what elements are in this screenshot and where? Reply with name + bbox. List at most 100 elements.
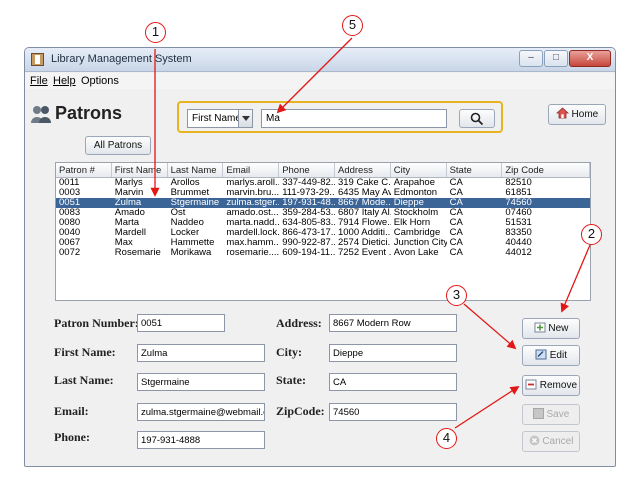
col-patron-number[interactable]: Patron # [56, 163, 112, 177]
table-row[interactable]: 0072 Rosemarie Morikawa rosemarie.... 609-19… [56, 248, 590, 258]
table-cell: 866-473-17... [282, 228, 335, 238]
callout-5: 5 [342, 15, 363, 36]
last-name-label: Last Name: [54, 373, 114, 387]
people-icon [31, 106, 51, 123]
remove-label: Remove [539, 380, 578, 391]
table-cell: 6807 Italy Al... [337, 208, 391, 218]
page-title: Patrons [55, 103, 123, 123]
table-row[interactable]: 0080 Marta Naddeo marta.nadd... 634-805-83..… [56, 218, 590, 228]
table-cell: amado.ost... [226, 208, 279, 218]
add-icon [534, 322, 546, 333]
table-cell: 83350 [505, 228, 532, 238]
first-name-field[interactable]: Zulma [137, 344, 265, 362]
maximize-button[interactable]: □ [544, 50, 568, 67]
remove-button[interactable]: Remove [522, 375, 580, 396]
table-cell: 8667 Mode... [337, 198, 391, 208]
table-row[interactable]: 0083 Amado Ost amado.ost... 359-284-53... 680… [56, 208, 590, 218]
table-header: Patron # First Name Last Name Email Phon… [56, 163, 590, 178]
table-cell: 0003 [59, 188, 81, 198]
table-cell: 990-922-87... [282, 238, 335, 248]
patrons-table[interactable]: Patron # First Name Last Name Email Phon… [55, 162, 591, 301]
phone-field[interactable]: 197-931-4888 [137, 431, 265, 449]
table-cell: 74560 [505, 198, 532, 208]
title-bar[interactable]: Library Management System – □ X [25, 48, 615, 72]
email-field[interactable]: zulma.stgermaine@webmail.com [137, 403, 265, 421]
edit-icon [535, 349, 547, 360]
save-label: Save [546, 409, 570, 420]
table-cell: 82510 [505, 178, 532, 188]
window-controls: – □ X [519, 50, 611, 67]
table-cell: Arapahoe [393, 178, 435, 188]
table-cell: 0051 [59, 198, 81, 208]
address-label: Address: [276, 316, 322, 330]
table-cell: Brummet [170, 188, 210, 198]
callout-3: 3 [446, 285, 467, 306]
chevron-down-icon[interactable] [238, 110, 252, 127]
col-state[interactable]: State [447, 163, 503, 177]
col-phone[interactable]: Phone [279, 163, 335, 177]
table-cell: Ost [170, 208, 186, 218]
table-row[interactable]: 0067 Max Hammette max.hamm... 990-922-87... 2… [56, 238, 590, 248]
table-cell: Rosemarie [114, 248, 161, 258]
callout-1: 1 [145, 22, 166, 43]
table-cell: 111-973-29... [282, 188, 335, 198]
table-cell: CA [449, 248, 463, 258]
table-row[interactable]: 0051 Zulma Stgermaine zulma.stger... 197-931… [56, 198, 590, 208]
zipcode-field[interactable]: 74560 [329, 403, 457, 421]
menu-help[interactable]: Help [53, 75, 76, 87]
callout-2: 2 [581, 224, 602, 245]
table-cell: marta.nadd... [226, 218, 280, 228]
table-row[interactable]: 0040 Mardell Locker mardell.lock... 866-473-… [56, 228, 590, 238]
table-cell: 609-194-11... [282, 248, 335, 258]
close-button[interactable]: X [569, 50, 611, 67]
minimize-button[interactable]: – [519, 50, 543, 67]
callout-4: 4 [436, 428, 457, 449]
table-cell: 61851 [505, 188, 532, 198]
table-row[interactable]: 0003 Marvin Brummet marvin.bru... 111-973-29… [56, 188, 590, 198]
col-last-name[interactable]: Last Name [168, 163, 224, 177]
col-first-name[interactable]: First Name [112, 163, 168, 177]
table-cell: Locker [170, 228, 200, 238]
save-button[interactable]: Save [522, 404, 580, 425]
state-label: State: [276, 373, 306, 387]
cancel-icon [529, 435, 540, 446]
patron-number-field[interactable]: 0051 [137, 314, 225, 332]
col-address[interactable]: Address [335, 163, 391, 177]
table-body: 0011 Marlys Arollos marlys.aroll... 337-449-… [56, 178, 590, 258]
home-button[interactable]: Home [548, 104, 606, 125]
table-cell: 0072 [59, 248, 81, 258]
new-button[interactable]: New [522, 318, 580, 339]
cancel-button[interactable]: Cancel [522, 431, 580, 452]
remove-icon [525, 379, 537, 390]
table-cell: max.hamm... [226, 238, 280, 248]
col-city[interactable]: City [391, 163, 447, 177]
house-icon [555, 107, 569, 119]
address-field[interactable]: 8667 Modern Row [329, 314, 457, 332]
search-field-select[interactable]: First Name [187, 109, 253, 128]
state-field[interactable]: CA [329, 373, 457, 391]
table-cell: 51531 [505, 218, 532, 228]
menu-file-label: File [30, 75, 48, 87]
table-cell: Max [114, 238, 133, 248]
table-cell: Arollos [170, 178, 200, 188]
last-name-field[interactable]: Stgermaine [137, 373, 265, 391]
city-field[interactable]: Dieppe [329, 344, 457, 362]
search-input[interactable]: Ma [261, 109, 447, 128]
col-email[interactable]: Email [223, 163, 280, 177]
phone-label: Phone: [54, 430, 90, 444]
search-button[interactable] [459, 109, 495, 128]
menu-file[interactable]: File [30, 75, 48, 87]
city-label: City: [276, 345, 302, 359]
table-cell: 634-805-83... [282, 218, 335, 228]
table-cell: Stgermaine [170, 198, 220, 208]
menu-options[interactable]: Options [81, 75, 119, 87]
table-cell: 0083 [59, 208, 81, 218]
edit-button[interactable]: Edit [522, 345, 580, 366]
table-row[interactable]: 0011 Marlys Arollos marlys.aroll... 337-449-… [56, 178, 590, 188]
table-cell: CA [449, 218, 463, 228]
table-cell: marvin.bru... [226, 188, 280, 198]
all-patrons-button[interactable]: All Patrons [85, 136, 151, 155]
new-label: New [548, 323, 569, 334]
col-zip-code[interactable]: Zip Code [502, 163, 590, 177]
table-cell: mardell.lock... [226, 228, 280, 238]
